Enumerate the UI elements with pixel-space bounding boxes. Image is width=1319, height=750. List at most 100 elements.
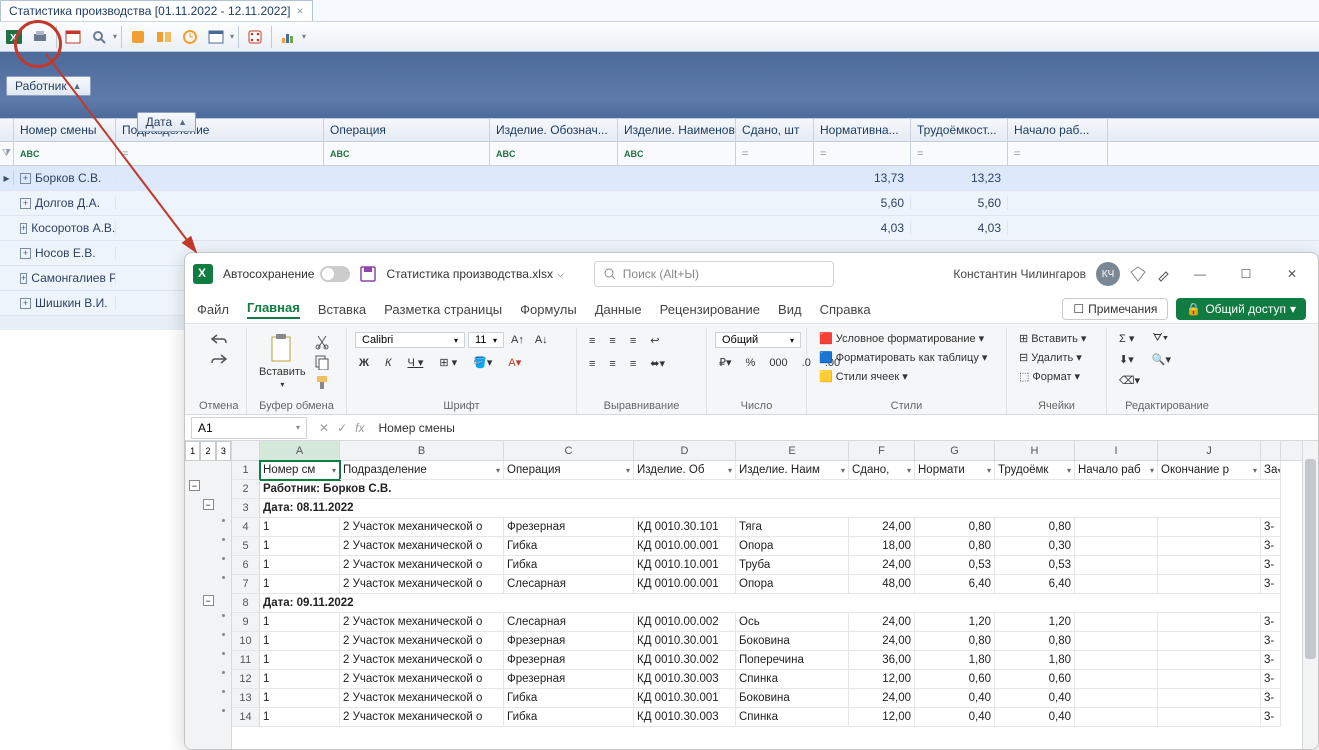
sheet-row[interactable]: 912 Участок механической оСлесарнаяКД 00…	[232, 613, 1302, 632]
row-header[interactable]: 7	[232, 575, 260, 594]
cancel-formula-icon[interactable]: ✕	[319, 421, 329, 435]
tab-help[interactable]: Справка	[820, 302, 871, 317]
sheet-row[interactable]: 1112 Участок механической оФрезернаяКД 0…	[232, 651, 1302, 670]
outline-level-2[interactable]: 2	[200, 441, 215, 461]
sort-filter-icon[interactable]: ᗊ▾	[1148, 330, 1172, 347]
search-input[interactable]: Поиск (Alt+Ы)	[594, 261, 834, 287]
col-delivered[interactable]: Сдано, шт	[736, 119, 814, 141]
formula-input[interactable]: Номер смены	[370, 421, 1318, 435]
outline-level-3[interactable]: 3	[216, 441, 231, 461]
maximize-button[interactable]: ☐	[1228, 260, 1264, 288]
sheet-row[interactable]: 712 Участок механической оСлесарнаяКД 00…	[232, 575, 1302, 594]
group-chip-date[interactable]: Дата ▲	[137, 112, 197, 132]
italic-button[interactable]: К	[381, 355, 395, 371]
format-painter-icon[interactable]	[314, 374, 330, 390]
grid-row[interactable]: ▸+Борков С.В.13,7313,23	[0, 166, 1319, 191]
row-header[interactable]: 5	[232, 537, 260, 556]
filter-icon[interactable]: ▾	[987, 466, 991, 475]
col-start[interactable]: Начало раб...	[1008, 119, 1108, 141]
col-J[interactable]: J	[1158, 441, 1261, 460]
outline-collapse[interactable]: −	[203, 595, 214, 606]
row-header[interactable]: 1	[232, 461, 260, 480]
cut-icon[interactable]	[314, 334, 330, 350]
save-icon[interactable]	[360, 266, 376, 282]
close-icon[interactable]: ×	[296, 4, 303, 18]
filter-icon[interactable]: ▾	[626, 466, 630, 475]
format-as-table-button[interactable]: 🟦 Форматировать как таблицу ▾	[815, 349, 991, 366]
redo-icon[interactable]	[209, 352, 229, 368]
row-header[interactable]: 3	[232, 499, 260, 518]
expand-icon[interactable]: +	[20, 248, 31, 259]
fill-color-button[interactable]: 🪣▾	[469, 354, 496, 371]
col-normative[interactable]: Нормативна...	[814, 119, 911, 141]
delete-cells-button[interactable]: ⊟ Удалить ▾	[1015, 349, 1086, 366]
bold-button[interactable]: Ж	[355, 355, 373, 371]
col-shift-number[interactable]: Номер смены	[14, 119, 116, 141]
increase-font-icon[interactable]: A↑	[507, 332, 528, 348]
filter-input[interactable]: =	[911, 142, 1008, 165]
filter-input[interactable]: ABC	[324, 142, 490, 165]
tab-home[interactable]: Главная	[247, 300, 300, 319]
filter-icon[interactable]: ▾	[1277, 466, 1281, 475]
font-name-select[interactable]: Calibri▾	[355, 332, 465, 348]
name-box[interactable]: A1▾	[191, 417, 307, 439]
comma-icon[interactable]: 000	[765, 354, 791, 371]
expand-icon[interactable]: +	[20, 223, 27, 234]
filter-icon[interactable]: ▾	[1150, 466, 1154, 475]
format-cells-button[interactable]: ⬚ Формат ▾	[1015, 368, 1084, 385]
col-D[interactable]: D	[634, 441, 736, 460]
row-header[interactable]: 13	[232, 689, 260, 708]
row-header[interactable]: 9	[232, 613, 260, 632]
print-button[interactable]	[28, 25, 52, 49]
fx-icon[interactable]: fx	[355, 421, 364, 435]
outline-collapse[interactable]: −	[203, 499, 214, 510]
col-I[interactable]: I	[1075, 441, 1158, 460]
percent-icon[interactable]: %	[742, 354, 760, 371]
sheet-row[interactable]: 1212 Участок механической оФрезернаяКД 0…	[232, 670, 1302, 689]
row-header[interactable]: 8	[232, 594, 260, 613]
filter-icon[interactable]: ▾	[841, 466, 845, 475]
autosave-toggle[interactable]: Автосохранение	[223, 266, 350, 282]
tab-insert[interactable]: Вставка	[318, 302, 366, 317]
col-G[interactable]: G	[915, 441, 995, 460]
calendar2-button[interactable]	[204, 25, 228, 49]
sheet-row[interactable]: 1412 Участок механической оГибкаКД 0010.…	[232, 708, 1302, 727]
filter-icon[interactable]: ▾	[907, 466, 911, 475]
autosum-icon[interactable]: Σ ▾	[1115, 330, 1138, 347]
view-button-1[interactable]	[126, 25, 150, 49]
view-button-2[interactable]	[152, 25, 176, 49]
vertical-scrollbar[interactable]	[1302, 441, 1318, 749]
enter-formula-icon[interactable]: ✓	[337, 421, 347, 435]
avatar[interactable]: КЧ	[1096, 262, 1120, 286]
chart-button[interactable]	[276, 25, 300, 49]
filter-input[interactable]: ABC	[14, 142, 116, 165]
sheet-row[interactable]: 1012 Участок механической оФрезернаяКД 0…	[232, 632, 1302, 651]
filter-input[interactable]: =	[814, 142, 911, 165]
sheet-row[interactable]: 1Номер см▾Подразделение▾Операция▾Изделие…	[232, 461, 1302, 480]
copy-icon[interactable]	[314, 354, 330, 370]
col-labor[interactable]: Трудоёмкост...	[911, 119, 1008, 141]
tab-file[interactable]: Файл	[197, 302, 229, 317]
grid-row[interactable]: +Косоротов А.В.4,034,03	[0, 216, 1319, 241]
search-button[interactable]	[87, 25, 111, 49]
sheet-row[interactable]: 3Дата: 08.11.2022	[232, 499, 1302, 518]
clear-icon[interactable]: ⌫▾	[1115, 372, 1144, 389]
calendar-button[interactable]	[61, 25, 85, 49]
filter-input[interactable]: ABC	[490, 142, 618, 165]
row-header[interactable]: 4	[232, 518, 260, 537]
row-header[interactable]: 10	[232, 632, 260, 651]
close-button[interactable]: ✕	[1274, 260, 1310, 288]
row-header[interactable]: 11	[232, 651, 260, 670]
filter-icon[interactable]: ▾	[728, 466, 732, 475]
filename-dropdown[interactable]: Статистика производства.xlsx ⌵	[386, 267, 563, 281]
expand-icon[interactable]: +	[20, 298, 31, 309]
undo-icon[interactable]	[209, 332, 229, 348]
filter-icon[interactable]: ▾	[1253, 466, 1257, 475]
col-C[interactable]: C	[504, 441, 634, 460]
col-product-name[interactable]: Изделие. Наименова...	[618, 119, 736, 141]
sheet-row[interactable]: 412 Участок механической оФрезернаяКД 00…	[232, 518, 1302, 537]
clock-button[interactable]	[178, 25, 202, 49]
currency-icon[interactable]: ₽▾	[715, 354, 736, 371]
sheet-row[interactable]: 512 Участок механической оГибкаКД 0010.0…	[232, 537, 1302, 556]
comments-button[interactable]: ☐ Примечания	[1062, 298, 1168, 320]
